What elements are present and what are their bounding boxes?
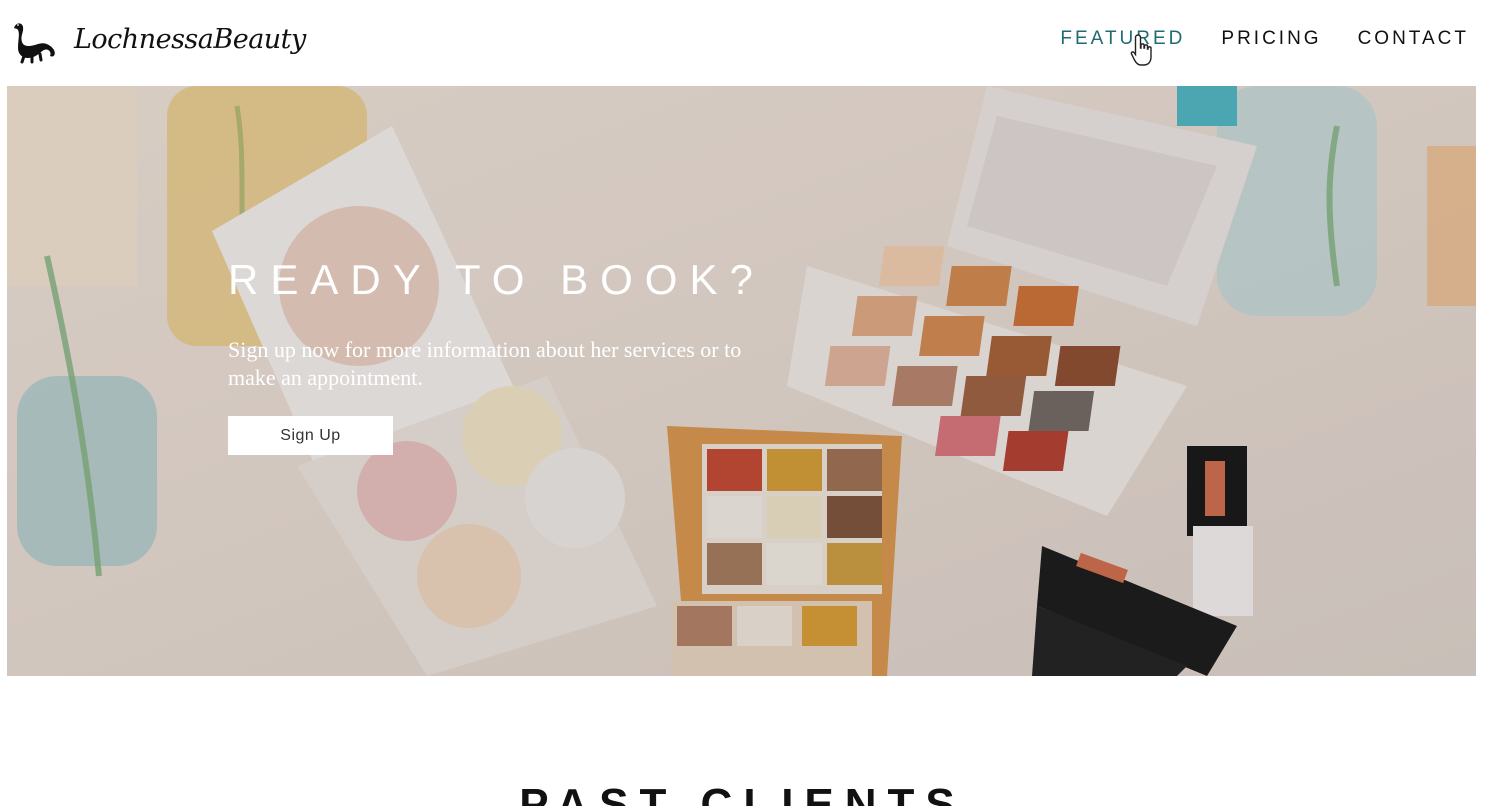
loch-ness-monster-icon [14, 23, 55, 64]
main-nav: FEATURED PRICING CONTACT [1024, 28, 1469, 50]
nav-contact[interactable]: CONTACT [1358, 28, 1469, 50]
brand-logo[interactable]: LochnessaBeauty [10, 14, 306, 64]
nav-pricing[interactable]: PRICING [1221, 28, 1321, 50]
past-clients-heading: PAST CLIENTS [519, 780, 966, 806]
brand-name: LochnessaBeauty [74, 23, 306, 55]
hand-pointer-icon [1130, 34, 1152, 66]
site-header: LochnessaBeauty FEATURED PRICING CONTACT [0, 0, 1485, 86]
sign-up-button[interactable]: Sign Up [228, 416, 393, 455]
hero-title: READY TO BOOK? [228, 256, 765, 303]
nav-featured[interactable]: FEATURED [1060, 28, 1185, 50]
hero-subtitle: Sign up now for more information about h… [228, 337, 742, 390]
hero-banner: READY TO BOOK? Sign up now for more info… [7, 86, 1476, 676]
